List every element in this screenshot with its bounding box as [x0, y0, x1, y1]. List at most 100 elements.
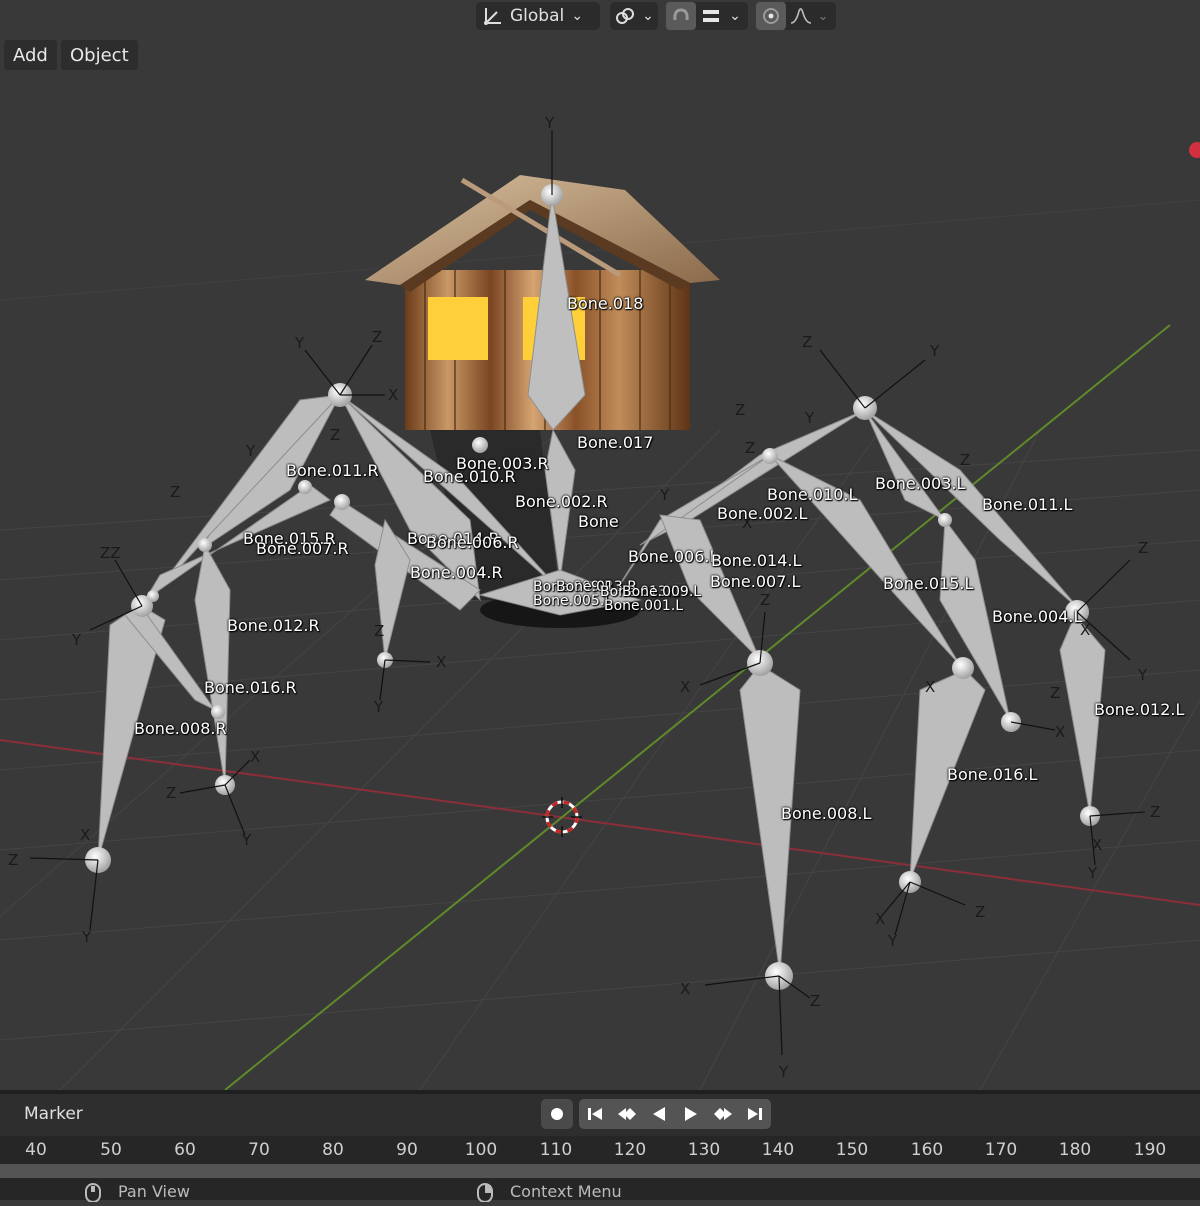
svg-text:Z: Z: [8, 851, 18, 869]
svg-text:Z: Z: [330, 426, 340, 444]
bone-label: Bone.006.R: [426, 533, 519, 552]
jump-to-keyframe-next-icon[interactable]: [707, 1099, 739, 1129]
frame-tick: 120: [613, 1140, 647, 1160]
play-icon[interactable]: [675, 1099, 707, 1129]
bone-label: Bone.002.R: [515, 492, 608, 511]
svg-text:Y: Y: [241, 831, 252, 849]
snap-magnet-icon[interactable]: [666, 2, 696, 30]
svg-text:Y: Y: [659, 486, 670, 504]
jump-to-keyframe-prev-icon[interactable]: [611, 1099, 643, 1129]
3d-cursor-icon[interactable]: [542, 797, 582, 837]
timeline-scrollbar[interactable]: [0, 1164, 1200, 1178]
svg-text:Y: Y: [81, 928, 92, 946]
frame-tick: 150: [835, 1140, 869, 1160]
proportional-edit-group: ⌄: [756, 2, 836, 30]
svg-text:Y: Y: [1087, 864, 1098, 882]
bone-label: Bone.002.L: [717, 504, 808, 523]
bone-label: Bone: [578, 512, 619, 531]
svg-text:Y: Y: [929, 342, 940, 360]
svg-text:Z: Z: [372, 328, 382, 346]
bone-label: Bone.017: [577, 433, 654, 452]
viewport-header: Global ⌄ ⌄ ⌄ ⌄: [0, 0, 1200, 34]
svg-text:X: X: [388, 386, 398, 404]
svg-text:Y: Y: [245, 442, 256, 460]
chevron-down-icon[interactable]: ⌄: [726, 2, 744, 30]
svg-text:Y: Y: [887, 932, 898, 950]
frame-tick: 130: [687, 1140, 721, 1160]
jump-to-end-icon[interactable]: [739, 1099, 771, 1129]
svg-text:X: X: [436, 653, 446, 671]
chevron-down-icon[interactable]: ⌄: [816, 2, 830, 30]
svg-text:Z: Z: [1150, 803, 1160, 821]
bone-label: Bone.001.L: [604, 598, 684, 614]
bone-label: Bone.007.R: [256, 539, 349, 558]
snap-group: ⌄: [666, 2, 748, 30]
orientation-label: Global: [510, 6, 565, 26]
svg-text:Y: Y: [294, 334, 305, 352]
frame-tick: 50: [100, 1140, 122, 1160]
bone-label: Bone.014.L: [711, 551, 802, 570]
record-icon[interactable]: [541, 1099, 573, 1129]
bone-label: Bone.012.L: [1094, 700, 1185, 719]
play-reverse-icon[interactable]: [643, 1099, 675, 1129]
falloff-curve-icon[interactable]: [786, 2, 816, 30]
frame-ruler[interactable]: 40 50 60 70 80 90 100 110 120 130 140 15…: [0, 1136, 1200, 1164]
frame-tick: 40: [25, 1140, 47, 1160]
viewport-scene: Y Y ZX ZY ZYX XYZ XZY X ZY ZXY YZX XZ YZZZ…: [0, 114, 1200, 1090]
svg-text:Z: Z: [1138, 539, 1148, 557]
proportional-edit-icon[interactable]: [756, 2, 786, 30]
frame-tick: 90: [396, 1140, 418, 1160]
bone-label: Bone.015.L: [883, 574, 974, 593]
svg-text:Z: Z: [1050, 684, 1060, 702]
frame-tick: 170: [984, 1140, 1018, 1160]
svg-text:X: X: [1092, 836, 1102, 854]
svg-text:X: X: [680, 980, 690, 998]
bone-label: Bone.010.L: [767, 485, 858, 504]
frame-tick: 70: [248, 1140, 270, 1160]
marker-menu[interactable]: Marker: [24, 1104, 83, 1124]
svg-text:Z: Z: [810, 992, 820, 1010]
frame-tick: 160: [910, 1140, 944, 1160]
bone-label: Bone.009.L: [622, 584, 702, 600]
timeline-editor: Marker 40 50 60 70 80 90 100 110 120 130…: [0, 1090, 1200, 1203]
bone-label: Bone.006.L: [628, 547, 719, 566]
transform-axes-icon: [476, 2, 510, 30]
add-menu[interactable]: Add: [4, 40, 57, 70]
bone-label: Bone.008.R: [134, 719, 227, 738]
svg-text:Z: Z: [760, 591, 770, 609]
svg-text:Y: Y: [1137, 666, 1148, 684]
svg-text:Z: Z: [166, 784, 176, 802]
chevron-down-icon: ⌄: [642, 8, 654, 24]
svg-text:Z: Z: [374, 622, 384, 640]
svg-text:Z: Z: [745, 439, 755, 457]
frame-tick: 110: [539, 1140, 573, 1160]
svg-text:Z: Z: [170, 483, 180, 501]
jump-to-start-icon[interactable]: [579, 1099, 611, 1129]
link-icon: [610, 2, 640, 30]
svg-text:Y: Y: [778, 1063, 789, 1081]
svg-text:Y: Y: [804, 409, 815, 427]
svg-text:Z: Z: [802, 333, 812, 351]
svg-text:X: X: [875, 910, 885, 928]
chevron-down-icon: ⌄: [571, 8, 584, 24]
object-menu[interactable]: Object: [61, 40, 138, 70]
pan-view-hint: Pan View: [118, 1182, 190, 1201]
svg-text:X: X: [925, 678, 935, 696]
pivot-point-dropdown[interactable]: ⌄: [610, 2, 658, 30]
3d-viewport[interactable]: Y YZX ZY ZYX XYZ XZY XZY ZXY YZX XZ Y ZZ Z…: [0, 0, 1200, 1090]
bone-label: Bone.016.L: [947, 765, 1038, 784]
bone-label: Bone.004.R: [410, 563, 503, 582]
svg-text:Z: Z: [960, 451, 970, 469]
bone-label: Bone.011.R: [286, 461, 379, 480]
bone-label: Bone.003.L: [875, 474, 966, 493]
bone-label: Bone.016.R: [204, 678, 297, 697]
snap-increment-icon[interactable]: [696, 2, 726, 30]
frame-tick: 80: [322, 1140, 344, 1160]
transform-orientation-dropdown[interactable]: Global ⌄: [476, 2, 600, 30]
svg-text:Y: Y: [373, 698, 384, 716]
svg-text:Y: Y: [71, 631, 82, 649]
frame-tick: 180: [1058, 1140, 1092, 1160]
svg-text:Y: Y: [544, 114, 555, 132]
bone-label: Bone.007.L: [710, 572, 801, 591]
svg-text:X: X: [1055, 723, 1065, 741]
